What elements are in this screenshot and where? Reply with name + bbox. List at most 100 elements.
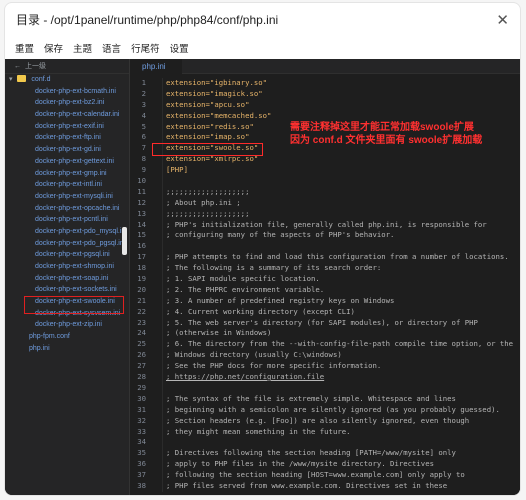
tree-file-item[interactable]: docker-php-ext-pdo_mysql.ini — [5, 226, 129, 238]
menu-line-ending[interactable]: 行尾符 — [131, 41, 160, 55]
code-line: 15 ; configuring many of the aspects of P… — [130, 230, 520, 241]
line-text: ; About php.ini ; — [166, 197, 241, 207]
code-line: 19 ; 1. SAPI module specific location. — [130, 274, 520, 285]
tree-file-item[interactable]: docker-php-ext-bcmath.ini — [5, 86, 129, 98]
line-number: 14 — [137, 219, 146, 229]
menu-theme[interactable]: 主题 — [73, 41, 92, 55]
tree-file-item[interactable]: docker-php-ext-gd.ini — [5, 144, 129, 156]
code-line: 31 ; beginning with a semicolon are silen… — [130, 405, 520, 416]
up-level-button[interactable]: ← 上一级 — [5, 59, 129, 74]
up-level-label: 上一级 — [25, 63, 46, 70]
line-number: 24 — [137, 328, 146, 338]
tree-file-item[interactable]: docker-php-ext-gmp.ini — [5, 168, 129, 180]
line-text: ; they might mean something in the futur… — [166, 426, 351, 436]
code-line: 32 ; Section headers (e.g. [Foo]) are als… — [130, 416, 520, 427]
line-text: ; Directives following the section headi… — [166, 448, 456, 458]
swoole-extension-highlight — [152, 143, 263, 156]
line-text: ; PHP's initialization file, generally c… — [166, 219, 487, 229]
menu-language[interactable]: 语言 — [102, 41, 121, 55]
tree-file-item[interactable]: docker-php-ext-mysqli.ini — [5, 191, 129, 203]
code-line: 24 ; (otherwise in Windows) — [130, 328, 520, 339]
code-line: 35 ; Directives following the section hea… — [130, 448, 520, 459]
code-line: 28 ; https://php.net/configuration.file — [130, 372, 520, 383]
line-text: ;;;;;;;;;;;;;;;;;;; — [166, 186, 250, 196]
line-number: 3 — [141, 99, 146, 109]
code-line: 37 ; following the section heading [HOST=… — [130, 470, 520, 481]
sidebar-scrollbar[interactable] — [122, 227, 127, 255]
line-number: 5 — [141, 121, 146, 131]
code-line: 14 ; PHP's initialization file, generally… — [130, 219, 520, 231]
editor-area: ← 上一级 ▾ conf.d docker-php-ext-bcmath.ini… — [5, 59, 520, 495]
code-line: 23 ; 5. The web server's directory (for S… — [130, 317, 520, 329]
line-text: extension="imap.so" — [166, 132, 250, 142]
tree-file-item[interactable]: docker-php-ext-sockets.ini — [5, 284, 129, 296]
line-text: extension="imagick.so" — [166, 88, 263, 98]
line-number: 18 — [137, 263, 146, 273]
editor-scrollbar[interactable] — [516, 74, 520, 495]
code-line: 38 ; PHP files served from www.example.co… — [130, 480, 520, 492]
tree-file-item[interactable]: docker-php-ext-bz2.ini — [5, 97, 129, 109]
line-text: ; 6. The directory from the --with-confi… — [166, 339, 514, 349]
line-number: 15 — [137, 230, 146, 240]
line-number: 2 — [141, 88, 146, 98]
annotation-line-2: 因为 conf.d 文件夹里面有 swoole扩展加载 — [290, 135, 483, 146]
tree-file-item[interactable]: docker-php-ext-exif.ini — [5, 121, 129, 133]
line-text: ; apply to PHP files in the /www/mysite … — [166, 459, 434, 469]
line-number: 38 — [137, 480, 146, 490]
line-text: ; https://php.net/configuration.file — [166, 372, 325, 382]
tree-file-item[interactable]: docker-php-ext-gettext.ini — [5, 156, 129, 168]
line-number: 4 — [141, 110, 146, 120]
close-icon[interactable]: ✕ — [496, 11, 509, 29]
line-number: 35 — [137, 448, 146, 458]
code-line: 27 ; See the PHP docs for more specific i… — [130, 361, 520, 372]
line-number: 34 — [137, 437, 146, 447]
line-number: 17 — [137, 252, 146, 262]
line-number: 1 — [141, 78, 146, 87]
tree-file-item[interactable]: docker-php-ext-intl.ini — [5, 179, 129, 191]
tree-file-item[interactable]: docker-php-ext-soap.ini — [5, 273, 129, 285]
tree-file-item[interactable]: docker-php-ext-zip.ini — [5, 319, 129, 331]
menu-reset[interactable]: 重置 — [15, 41, 34, 55]
annotation-line-1: 需要注释掉这里才能正常加载swoole扩展 — [290, 122, 474, 133]
tree-file-item[interactable]: docker-php-ext-calendar.ini — [5, 109, 129, 121]
line-number: 27 — [137, 361, 146, 371]
line-text: ; PHP attempts to find and load this con… — [166, 252, 509, 262]
code-line: 1 extension="igbinary.so" — [130, 78, 520, 89]
line-number: 30 — [137, 393, 146, 403]
line-text: ; 2. The PHPRC environment variable. — [166, 284, 325, 294]
line-number: 25 — [137, 339, 146, 349]
line-number: 19 — [137, 274, 146, 284]
tab-php-ini[interactable]: php.ini — [130, 59, 182, 74]
tree-file-item[interactable]: docker-php-ext-shmop.ini — [5, 261, 129, 273]
window-title: 目录 - /opt/1panel/runtime/php/php84/conf/… — [16, 13, 279, 27]
tree-file-item[interactable]: docker-php-ext-opcache.ini — [5, 203, 129, 215]
menu-save[interactable]: 保存 — [44, 41, 63, 55]
gutter-divider — [162, 78, 163, 492]
menu-settings[interactable]: 设置 — [170, 41, 189, 55]
line-number: 36 — [137, 459, 146, 469]
code-line: 9 [PHP] — [130, 165, 520, 176]
code-panel: php.ini 1 extension="igbinary.so" 2 extensi… — [129, 59, 520, 495]
line-number: 9 — [141, 165, 146, 175]
line-number: 22 — [137, 306, 146, 316]
line-number: 10 — [137, 176, 146, 186]
line-text: ; 5. The web server's directory (for SAP… — [166, 317, 478, 327]
tree-folder-conf-d[interactable]: ▾ conf.d — [5, 74, 129, 86]
annotation-note: 需要注释掉这里才能正常加载swoole扩展 因为 conf.d 文件夹里面有 s… — [290, 121, 482, 147]
tree-file-item[interactable]: docker-php-ext-pcntl.ini — [5, 214, 129, 226]
line-number: 11 — [137, 186, 146, 196]
line-number: 33 — [137, 426, 146, 436]
line-number: 23 — [137, 317, 146, 327]
code-line: 3 extension="apcu.so" — [130, 99, 520, 111]
folder-label: conf.d — [31, 76, 51, 83]
line-number: 28 — [137, 372, 146, 382]
tree-file-item[interactable]: docker-php-ext-ftp.ini — [5, 132, 129, 144]
line-text: ; 1. SAPI module specific location. — [166, 274, 320, 284]
line-text: ; The syntax of the file is extremely si… — [166, 393, 456, 403]
folder-icon — [17, 75, 27, 82]
tree-file-item[interactable]: docker-php-ext-pgsql.ini — [5, 249, 129, 261]
tree-file-item[interactable]: docker-php-ext-pdo_pgsql.ini — [5, 238, 129, 250]
tree-file-php-ini[interactable]: php.ini — [5, 343, 129, 355]
tree-file-php-fpm[interactable]: php-fpm.conf — [5, 331, 129, 343]
code-line: 2 extension="imagick.so" — [130, 88, 520, 100]
